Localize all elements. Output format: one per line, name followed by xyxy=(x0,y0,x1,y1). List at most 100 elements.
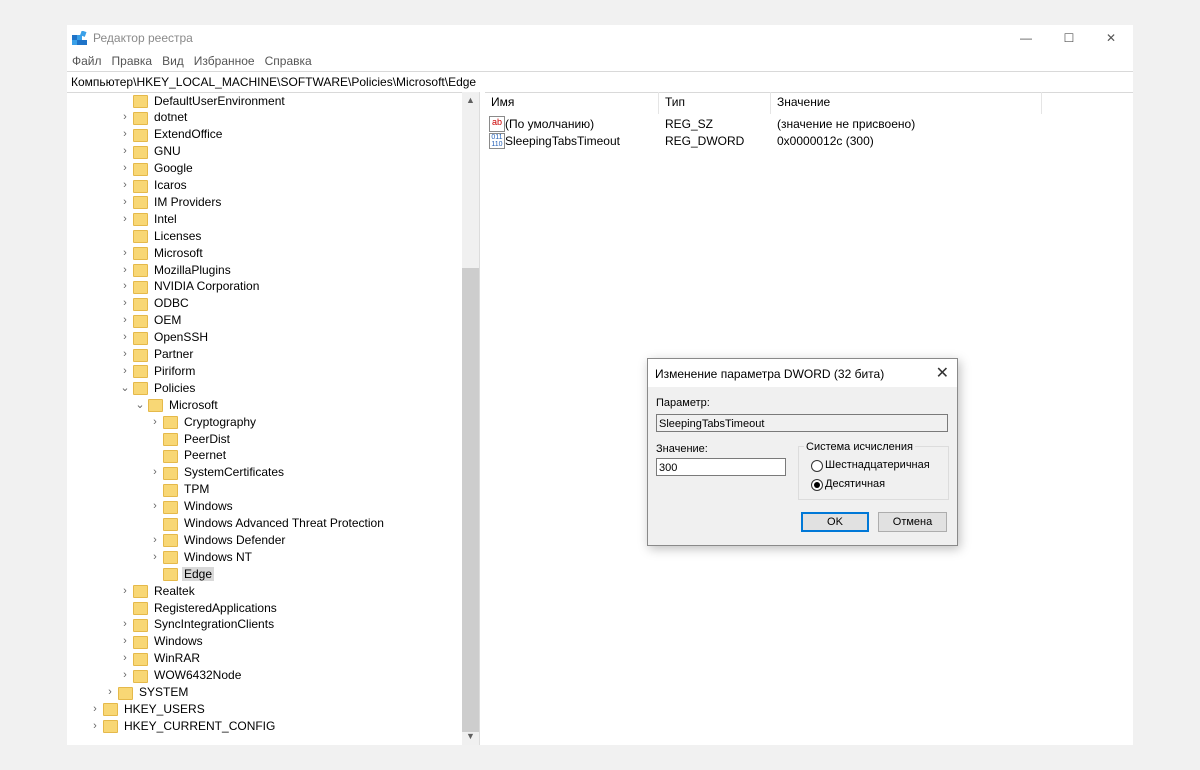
tree-node[interactable]: DefaultUserEnvironment xyxy=(118,92,287,109)
expand-chevron-icon[interactable]: › xyxy=(118,635,132,647)
tree-node[interactable]: TPM xyxy=(148,481,211,498)
tree-node-label[interactable]: SystemCertificates xyxy=(182,465,286,479)
tree-node-label[interactable]: Edge xyxy=(182,566,215,581)
tree-node[interactable]: › Windows Defender xyxy=(148,531,287,548)
menu-help[interactable]: Справка xyxy=(260,53,317,71)
tree-node[interactable]: › Google xyxy=(118,160,195,177)
expand-chevron-icon[interactable]: › xyxy=(118,264,132,276)
tree-node[interactable]: › Windows NT xyxy=(148,548,254,565)
tree-node-label[interactable]: Piriform xyxy=(152,364,197,378)
tree-node[interactable]: › Partner xyxy=(118,346,195,363)
tree-node-label[interactable]: Cryptography xyxy=(182,415,258,429)
expand-chevron-icon[interactable]: › xyxy=(118,331,132,343)
dialog-close-icon[interactable]: ✕ xyxy=(936,363,949,383)
menu-file[interactable]: Файл xyxy=(67,53,107,71)
tree-node[interactable]: › WinRAR xyxy=(118,650,202,667)
tree-node-label[interactable]: WinRAR xyxy=(152,651,202,665)
tree-node-label[interactable]: GNU xyxy=(152,144,183,158)
tree-node[interactable]: RegisteredApplications xyxy=(118,599,279,616)
radio-decimal-label[interactable]: Десятичная xyxy=(825,478,885,490)
cancel-button[interactable]: Отмена xyxy=(878,512,947,532)
tree-node[interactable]: › Realtek xyxy=(118,582,197,599)
tree-node-label[interactable]: Windows Defender xyxy=(182,533,287,547)
scrollbar-thumb[interactable] xyxy=(462,268,479,732)
tree-node[interactable]: Windows Advanced Threat Protection xyxy=(148,515,386,532)
tree-node-label[interactable]: Google xyxy=(152,161,195,175)
tree-node-label[interactable]: IM Providers xyxy=(152,195,223,209)
tree-node[interactable]: › Piriform xyxy=(118,362,197,379)
expand-chevron-icon[interactable]: › xyxy=(118,618,132,630)
tree-node-label[interactable]: OpenSSH xyxy=(152,330,210,344)
column-divider[interactable] xyxy=(1041,92,1042,114)
tree-node[interactable]: Edge xyxy=(148,565,215,582)
tree-node-label[interactable]: OEM xyxy=(152,313,183,327)
tree-node-label[interactable]: Windows Advanced Threat Protection xyxy=(182,516,386,530)
tree-node[interactable]: › HKEY_USERS xyxy=(88,700,207,717)
tree-node-label[interactable]: MozillaPlugins xyxy=(152,263,233,277)
collapse-chevron-icon[interactable]: ⌄ xyxy=(133,398,147,411)
tree-node[interactable]: › HKEY_CURRENT_CONFIG xyxy=(88,717,277,734)
tree-node-label[interactable]: HKEY_CURRENT_CONFIG xyxy=(122,719,277,733)
tree-node[interactable]: PeerDist xyxy=(148,430,232,447)
tree-node-label[interactable]: DefaultUserEnvironment xyxy=(152,94,287,108)
expand-chevron-icon[interactable]: › xyxy=(148,416,162,428)
tree-node-label[interactable]: Microsoft xyxy=(167,398,220,412)
scroll-down-icon[interactable]: ▼ xyxy=(462,728,479,745)
expand-chevron-icon[interactable]: › xyxy=(118,280,132,292)
close-button[interactable]: ✕ xyxy=(1089,25,1133,51)
expand-chevron-icon[interactable]: › xyxy=(118,111,132,123)
expand-chevron-icon[interactable]: › xyxy=(148,551,162,563)
tree-node[interactable]: › SystemCertificates xyxy=(148,464,286,481)
tree-node-label[interactable]: RegisteredApplications xyxy=(152,601,279,615)
expand-chevron-icon[interactable]: › xyxy=(118,128,132,140)
tree-node[interactable]: › OEM xyxy=(118,312,183,329)
tree-node-label[interactable]: HKEY_USERS xyxy=(122,702,207,716)
tree-node-label[interactable]: Windows xyxy=(152,634,205,648)
expand-chevron-icon[interactable]: › xyxy=(118,297,132,309)
tree-node[interactable]: › OpenSSH xyxy=(118,329,210,346)
tree-node[interactable]: ⌄ Policies xyxy=(118,379,197,396)
tree-node[interactable]: › MozillaPlugins xyxy=(118,261,233,278)
radio-hexadecimal-label[interactable]: Шестнадцатеричная xyxy=(825,459,930,471)
expand-chevron-icon[interactable]: › xyxy=(118,669,132,681)
tree-node[interactable]: › WOW6432Node xyxy=(118,667,243,684)
expand-chevron-icon[interactable]: › xyxy=(118,247,132,259)
column-divider[interactable] xyxy=(770,92,771,114)
tree-node-label[interactable]: Microsoft xyxy=(152,246,205,260)
scroll-up-icon[interactable]: ▲ xyxy=(462,92,479,109)
ok-button[interactable]: OK xyxy=(801,512,869,532)
column-data-header[interactable]: Значение xyxy=(777,95,830,109)
tree-node-label[interactable]: Realtek xyxy=(152,584,197,598)
expand-chevron-icon[interactable]: › xyxy=(103,686,117,698)
expand-chevron-icon[interactable]: › xyxy=(118,348,132,360)
value-row[interactable]: 011 110 SleepingTabsTimeout REG_DWORD 0x0… xyxy=(487,133,1127,150)
expand-chevron-icon[interactable]: › xyxy=(118,179,132,191)
tree-node-label[interactable]: ODBC xyxy=(152,296,191,310)
expand-chevron-icon[interactable]: › xyxy=(118,585,132,597)
column-name-header[interactable]: Имя xyxy=(491,95,514,109)
tree-node-label[interactable]: Peernet xyxy=(182,448,228,462)
tree-node[interactable]: › ODBC xyxy=(118,295,191,312)
tree-scrollbar[interactable]: ▲ ▼ xyxy=(462,92,479,745)
tree-node-label[interactable]: NVIDIA Corporation xyxy=(152,279,261,293)
tree-node-label[interactable]: SyncIntegrationClients xyxy=(152,617,276,631)
tree-node-label[interactable]: Icaros xyxy=(152,178,189,192)
menu-edit[interactable]: Правка xyxy=(107,53,158,71)
address-bar[interactable]: Компьютер\HKEY_LOCAL_MACHINE\SOFTWARE\Po… xyxy=(67,71,1133,93)
expand-chevron-icon[interactable]: › xyxy=(118,365,132,377)
column-type-header[interactable]: Тип xyxy=(665,95,685,109)
tree-node[interactable]: Peernet xyxy=(148,447,228,464)
tree-node[interactable]: › dotnet xyxy=(118,109,189,126)
expand-chevron-icon[interactable]: › xyxy=(118,314,132,326)
tree-node[interactable]: › Microsoft xyxy=(118,244,205,261)
tree-node-label[interactable]: ExtendOffice xyxy=(152,127,224,141)
expand-chevron-icon[interactable]: › xyxy=(118,196,132,208)
tree-node-label[interactable]: SYSTEM xyxy=(137,685,190,699)
tree-node-label[interactable]: PeerDist xyxy=(182,432,232,446)
expand-chevron-icon[interactable]: › xyxy=(118,652,132,664)
expand-chevron-icon[interactable]: › xyxy=(118,213,132,225)
tree-node-label[interactable]: Partner xyxy=(152,347,195,361)
expand-chevron-icon[interactable]: › xyxy=(88,720,102,732)
tree-node[interactable]: › Icaros xyxy=(118,177,189,194)
menu-favorites[interactable]: Избранное xyxy=(189,53,260,71)
